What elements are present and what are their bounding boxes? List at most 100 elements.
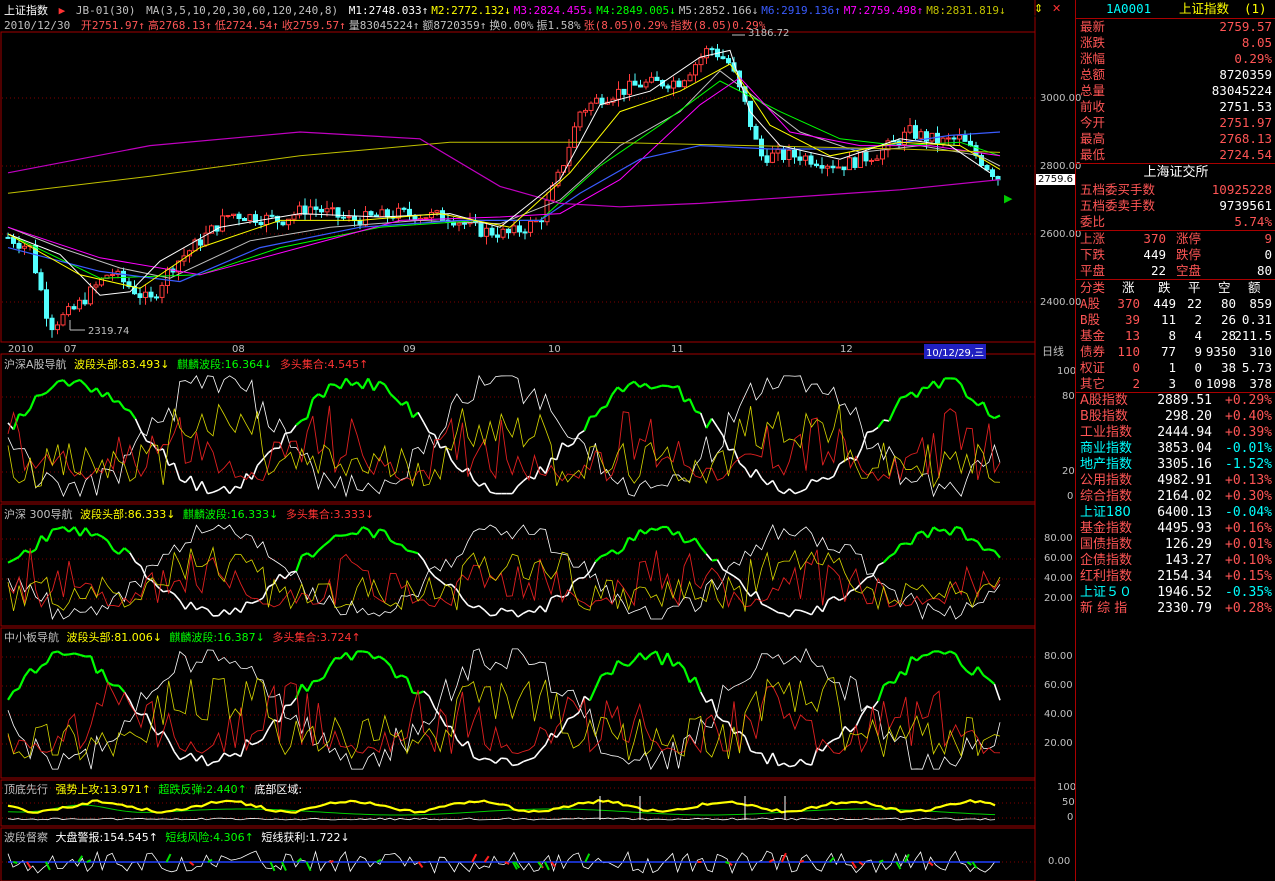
oscillator-main-segment bbox=[246, 601, 253, 604]
category-cell: 77 bbox=[1160, 344, 1176, 359]
oscillator-main-segment bbox=[422, 559, 430, 571]
oscillator-main-segment bbox=[251, 465, 259, 480]
category-cell: 4 bbox=[1194, 328, 1202, 343]
chart-area[interactable]: 上证指数 ▶ JB-01(30) MA(3,5,10,20,30,60,120,… bbox=[0, 0, 1081, 881]
oscillator-main-segment bbox=[600, 672, 608, 677]
oscillator-main-segment bbox=[866, 575, 873, 579]
indicator-name[interactable]: JB-01(30) bbox=[76, 4, 136, 17]
index-name: 企债指数 bbox=[1080, 553, 1133, 568]
oscillator-main-segment bbox=[384, 659, 392, 667]
candle-body bbox=[522, 231, 528, 234]
oscillator-main-segment bbox=[694, 537, 702, 548]
oscillator-main-segment bbox=[544, 597, 552, 613]
close-icon[interactable]: ✕ bbox=[1052, 2, 1061, 15]
security-title[interactable]: 上证指数 bbox=[4, 4, 48, 17]
oscillator-main-segment bbox=[256, 738, 264, 744]
oscillator-main-segment bbox=[511, 609, 519, 618]
oscillator-main-segment bbox=[622, 383, 630, 393]
candle-body bbox=[247, 214, 253, 222]
oscillator-main-segment bbox=[473, 756, 480, 761]
candle-body bbox=[929, 132, 935, 142]
panel-title-inspect: 波段督察 大盘警报:154.545↑ 短线风险:4.306↑ 短线获利:1.72… bbox=[4, 829, 354, 845]
index-change: -0.01% bbox=[1225, 441, 1272, 456]
ma-value: M1:2748.033↑ bbox=[348, 4, 429, 17]
index-price: 2889.51 bbox=[1157, 393, 1212, 408]
quote-label: 最新 bbox=[1080, 19, 1106, 34]
oscillator-main-segment bbox=[129, 552, 137, 563]
oscillator-main-segment bbox=[328, 534, 336, 542]
quote-row: 总量 83045224 bbox=[1076, 83, 1275, 99]
oscillator-main-segment bbox=[422, 421, 430, 433]
category-cell: 2 bbox=[1194, 312, 1202, 327]
panel-name[interactable]: 沪深A股导航 bbox=[4, 358, 67, 371]
oscillator-main-segment bbox=[395, 542, 402, 546]
period-button[interactable]: 日线 bbox=[1042, 343, 1064, 359]
panel-title-hs300: 沪深 300导航 波段头部:86.333↓ 麒麟波段:16.333↓ 多头集合:… bbox=[4, 506, 378, 522]
oscillator-main-segment bbox=[655, 650, 663, 666]
panel-name[interactable]: 波段督察 bbox=[4, 831, 48, 844]
ma-value: M7:2759.498↑ bbox=[843, 4, 924, 17]
oscillator-main-segment bbox=[916, 654, 924, 662]
oscillator-main-segment bbox=[212, 760, 219, 764]
candle-body bbox=[698, 57, 704, 66]
index-row[interactable]: 上证５０ 1946.52 -0.35% bbox=[1076, 585, 1275, 601]
index-row[interactable]: 上证180 6400.13 -0.04% bbox=[1076, 505, 1275, 521]
oscillator-main-segment bbox=[207, 491, 214, 495]
ma-line-m2 bbox=[7, 63, 1001, 289]
oscillator-main-segment bbox=[650, 527, 657, 532]
security-name[interactable]: 上证指数 bbox=[1179, 0, 1229, 18]
oscillator-main-segment bbox=[927, 380, 935, 389]
index-row[interactable]: 商业指数 3853.04 -0.01% bbox=[1076, 441, 1275, 457]
oscillator-main-segment bbox=[877, 419, 885, 429]
x-axis-label: 12 bbox=[840, 344, 853, 355]
chart-canvas[interactable] bbox=[0, 0, 1075, 881]
pin-icon[interactable]: ⇕ bbox=[1034, 2, 1043, 15]
oscillator-main-segment bbox=[206, 608, 214, 617]
oscillator-main-segment bbox=[511, 485, 519, 495]
index-row[interactable]: 国债指数 126.29 +0.01% bbox=[1076, 537, 1275, 553]
category-col-header: 空 bbox=[1218, 280, 1231, 295]
index-change: -1.52% bbox=[1225, 457, 1272, 472]
index-row[interactable]: 企债指数 143.27 +0.10% bbox=[1076, 553, 1275, 569]
oscillator-main-segment bbox=[982, 401, 990, 416]
oscillator-main-segment bbox=[760, 752, 768, 765]
ohlc-value: 开2751.97↑ bbox=[80, 19, 145, 32]
index-row[interactable]: 地产指数 3305.16 -1.52% bbox=[1076, 457, 1275, 473]
panel-axis-label: 40.00 bbox=[1044, 709, 1073, 720]
oscillator-main-segment bbox=[777, 762, 785, 767]
panel-axis-label: 40.00 bbox=[1044, 573, 1073, 584]
book-row: 委比 5.74% bbox=[1076, 214, 1275, 230]
panel-name[interactable]: 沪深 300导航 bbox=[4, 508, 73, 521]
index-row[interactable]: 新 综 指 2330.79 +0.28% bbox=[1076, 601, 1275, 617]
candle-body bbox=[577, 111, 583, 128]
index-row[interactable]: 综合指数 2164.02 +0.30% bbox=[1076, 489, 1275, 505]
index-row[interactable]: 公用指数 4982.91 +0.13% bbox=[1076, 473, 1275, 489]
oscillator-main-segment bbox=[533, 466, 541, 480]
oscillator-main-segment bbox=[744, 736, 752, 752]
oscillator-main-segment bbox=[229, 752, 236, 757]
oscillator-main-segment bbox=[45, 652, 54, 664]
candle-body bbox=[44, 289, 49, 319]
panel-axis-label: 80.00 bbox=[1044, 651, 1073, 662]
oscillator-main-segment bbox=[79, 379, 87, 386]
index-row[interactable]: 红利指数 2154.34 +0.15% bbox=[1076, 569, 1275, 585]
index-row[interactable]: 工业指数 2444.94 +0.39% bbox=[1076, 425, 1275, 441]
candle-body bbox=[687, 74, 693, 82]
index-row[interactable]: B股指数 298.20 +0.40% bbox=[1076, 409, 1275, 425]
ma-value: M2:2772.132↓ bbox=[431, 4, 511, 17]
panel-name[interactable]: 顶底先行 bbox=[4, 783, 48, 796]
oscillator-main-segment bbox=[789, 764, 796, 768]
oscillator-main-segment bbox=[301, 552, 308, 557]
oscillator-main-segment bbox=[523, 609, 530, 614]
oscillator-main-segment bbox=[966, 395, 973, 401]
panel-series-label: 短线风险:4.306↑ bbox=[165, 831, 254, 844]
oscillator-yellow bbox=[7, 403, 1001, 489]
dropdown-arrow-icon[interactable]: ▶ bbox=[59, 4, 66, 17]
index-row[interactable]: 基金指数 4495.93 +0.16% bbox=[1076, 521, 1275, 537]
panel-name[interactable]: 中小板导航 bbox=[4, 631, 59, 644]
oscillator-main-segment bbox=[379, 528, 386, 532]
oscillator-main-segment bbox=[699, 546, 708, 555]
index-row[interactable]: A股指数 2889.51 +0.29% bbox=[1076, 393, 1275, 409]
oscillator-main-segment bbox=[251, 741, 258, 746]
candle-body bbox=[682, 80, 687, 88]
